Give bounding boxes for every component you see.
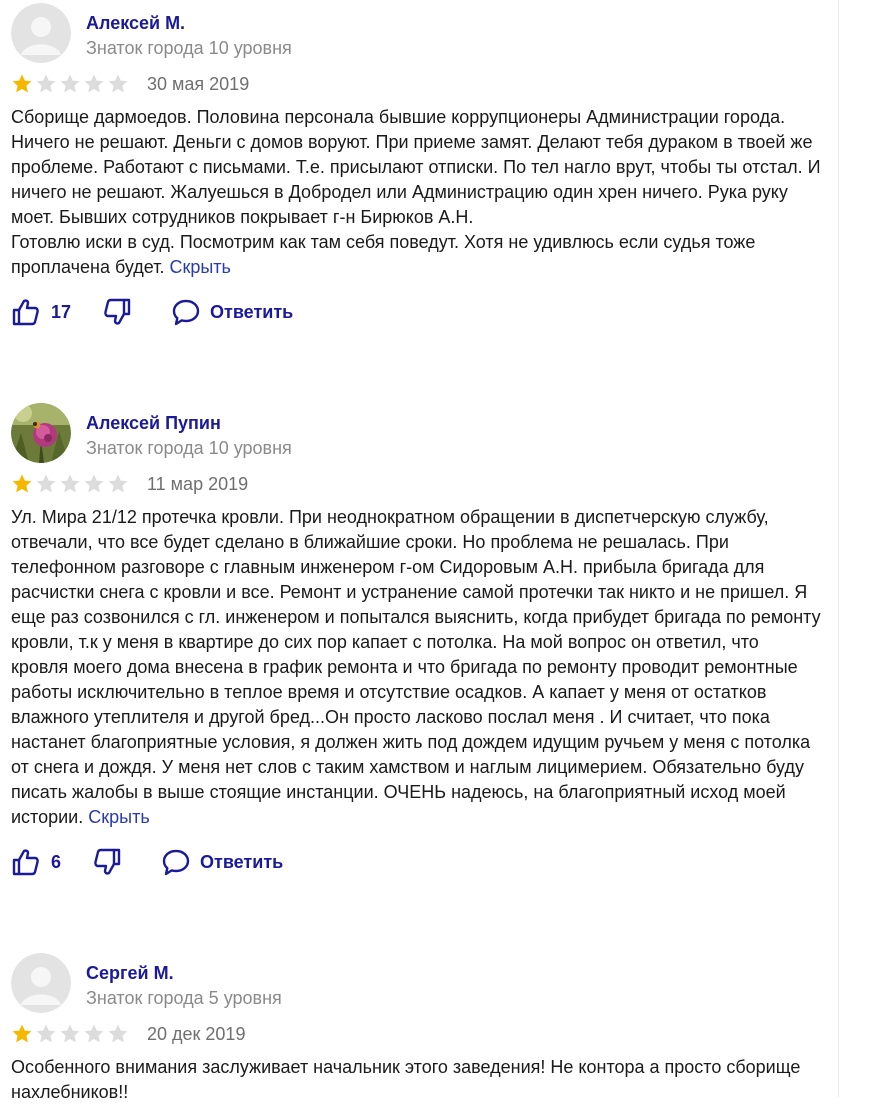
review-paragraph-text: Ул. Мира 21/12 протечка кровли. При неод… xyxy=(11,507,821,827)
star-filled-icon xyxy=(12,74,32,93)
review-text: Ул. Мира 21/12 протечка кровли. При неод… xyxy=(11,505,821,830)
review-text: Особенного внимания заслуживает начальни… xyxy=(11,1055,821,1105)
review-paragraph: Готовлю иски в суд. Посмотрим как там се… xyxy=(11,230,821,280)
avatar[interactable] xyxy=(11,953,71,1013)
author-rank: Знаток города 5 уровня xyxy=(86,988,282,1008)
rating-row: 20 дек 2019 xyxy=(11,1019,821,1049)
review-card: Алексей Пупин Знаток города 10 уровня 11… xyxy=(0,403,821,882)
author-row: Алексей М. Знаток города 10 уровня xyxy=(11,3,821,67)
star-empty-icon xyxy=(60,1024,80,1043)
like-button[interactable]: 17 xyxy=(11,297,71,327)
reply-label: Ответить xyxy=(200,851,284,872)
thumbs-down-icon xyxy=(94,848,121,875)
star-filled-icon xyxy=(12,1024,32,1043)
flower-photo-avatar-icon xyxy=(11,403,71,463)
like-count: 17 xyxy=(51,301,72,322)
star-empty-icon xyxy=(60,474,80,493)
review-text: Сборище дармоедов. Половина персонала бы… xyxy=(11,105,821,280)
author-row: Алексей Пупин Знаток города 10 уровня xyxy=(11,403,821,467)
like-count: 6 xyxy=(51,851,62,872)
avatar[interactable] xyxy=(11,3,71,63)
author-name[interactable]: Сергей М. xyxy=(86,963,174,984)
author-rank: Знаток города 10 уровня xyxy=(86,438,292,458)
star-rating xyxy=(11,1023,129,1045)
star-empty-icon xyxy=(84,474,104,493)
star-empty-icon xyxy=(36,1024,56,1043)
review-paragraph: Особенного внимания заслуживает начальни… xyxy=(11,1057,801,1102)
thumbs-up-icon xyxy=(12,849,39,876)
star-empty-icon xyxy=(84,74,104,93)
review-paragraph-text: Готовлю иски в суд. Посмотрим как там се… xyxy=(11,232,756,277)
reply-label: Ответить xyxy=(210,301,294,322)
reply-button[interactable]: Ответить xyxy=(161,847,283,877)
star-empty-icon xyxy=(60,74,80,93)
star-empty-icon xyxy=(36,474,56,493)
star-empty-icon xyxy=(108,1024,128,1043)
reply-button[interactable]: Ответить xyxy=(171,297,293,327)
review-date: 11 мар 2019 xyxy=(147,474,249,494)
right-divider xyxy=(838,0,839,1097)
dislike-button[interactable] xyxy=(101,297,133,327)
review-actions: 17 Ответить xyxy=(11,292,821,332)
thumbs-down-icon xyxy=(104,298,131,325)
review-date: 30 мая 2019 xyxy=(147,74,250,94)
avatar[interactable] xyxy=(11,403,71,463)
review-paragraph: Ул. Мира 21/12 протечка кровли. При неод… xyxy=(11,505,821,830)
author-name[interactable]: Алексей М. xyxy=(86,13,185,34)
star-empty-icon xyxy=(108,74,128,93)
review-paragraph: Сборище дармоедов. Половина персонала бы… xyxy=(11,107,821,227)
rating-row: 30 мая 2019 xyxy=(11,69,821,99)
dislike-button[interactable] xyxy=(91,847,123,877)
hide-link[interactable]: Скрыть xyxy=(169,257,230,277)
rating-row: 11 мар 2019 xyxy=(11,469,821,499)
author-name[interactable]: Алексей Пупин xyxy=(86,413,221,434)
star-rating xyxy=(11,473,129,495)
star-empty-icon xyxy=(84,1024,104,1043)
comment-bubble-icon xyxy=(162,849,190,876)
default-avatar-icon xyxy=(11,3,71,63)
review-card: Алексей М. Знаток города 10 уровня 30 ма… xyxy=(0,3,821,332)
star-filled-icon xyxy=(12,474,32,493)
comment-bubble-icon xyxy=(172,299,200,326)
default-avatar-icon xyxy=(11,953,71,1013)
star-empty-icon xyxy=(108,474,128,493)
review-card: Сергей М. Знаток города 5 уровня 20 дек … xyxy=(0,953,821,1105)
star-empty-icon xyxy=(36,74,56,93)
like-button[interactable]: 6 xyxy=(11,847,61,877)
hide-link[interactable]: Скрыть xyxy=(88,807,149,827)
author-rank: Знаток города 10 уровня xyxy=(86,38,292,58)
author-row: Сергей М. Знаток города 5 уровня xyxy=(11,953,821,1017)
review-actions: 6 Ответить xyxy=(11,842,821,882)
review-date: 20 дек 2019 xyxy=(147,1024,246,1044)
star-rating xyxy=(11,73,129,95)
thumbs-up-icon xyxy=(12,299,39,326)
